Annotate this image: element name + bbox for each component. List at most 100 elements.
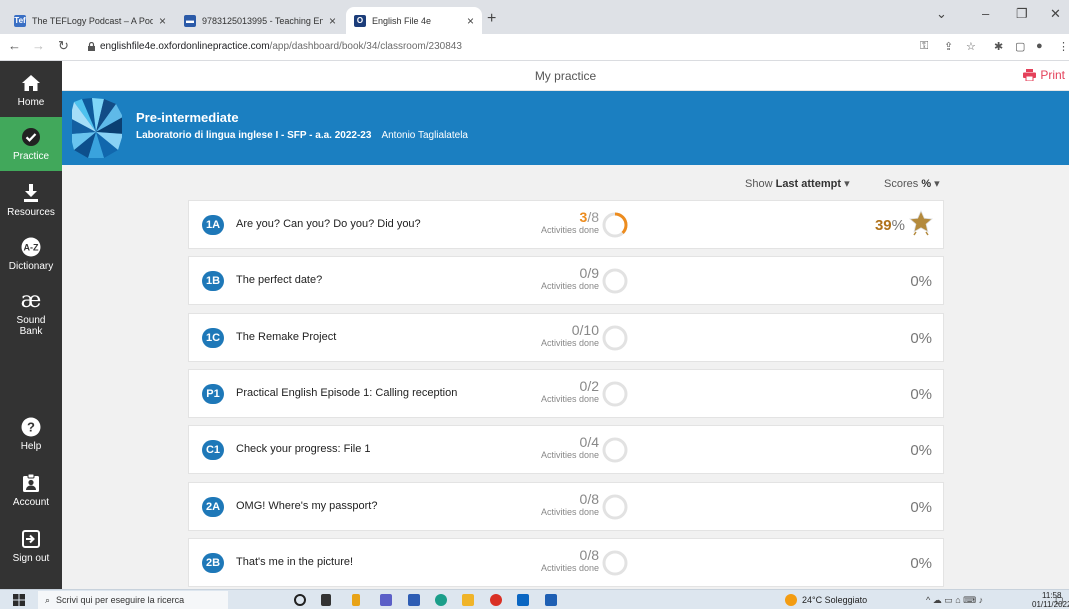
close-window-icon[interactable]: ✕ bbox=[1050, 6, 1061, 22]
progress-ring-track bbox=[602, 325, 628, 351]
key-icon[interactable]: ⚿ bbox=[920, 40, 928, 53]
unit-row-1a[interactable]: 1A Are you? Can you? Do you? Did you? 3/… bbox=[188, 200, 944, 249]
unit-score: 0% bbox=[910, 442, 932, 459]
browser-tab-teflogy[interactable]: Tef The TEFLogy Podcast – A Podc × bbox=[6, 7, 174, 34]
minimize-icon[interactable]: – bbox=[982, 6, 989, 21]
star-award-icon bbox=[909, 210, 933, 236]
reload-icon[interactable]: ↻ bbox=[58, 38, 69, 54]
unit-badge: 2A bbox=[202, 497, 224, 517]
unit-badge: 1C bbox=[202, 328, 224, 348]
cortana-icon[interactable] bbox=[294, 594, 306, 606]
sidebar-item-dictionary[interactable]: A-Z Dictionary bbox=[0, 227, 62, 281]
windows-start-icon[interactable] bbox=[13, 594, 25, 606]
sidebar-item-sign-out[interactable]: Sign out bbox=[0, 519, 62, 573]
tab-search-chevron-icon[interactable]: ⌄ bbox=[936, 6, 947, 22]
progress-ring bbox=[602, 212, 628, 238]
activities-count: 0/2 Activities done bbox=[540, 378, 599, 404]
activities-count: 0/4 Activities done bbox=[540, 434, 599, 460]
page-header: My practice Print bbox=[62, 61, 1069, 91]
svg-text:?: ? bbox=[27, 420, 35, 435]
close-tab-icon[interactable]: × bbox=[159, 14, 166, 28]
unit-row-2b[interactable]: 2B That's me in the picture! 0/8 Activit… bbox=[188, 538, 944, 587]
sidebar-item-resources[interactable]: Resources bbox=[0, 173, 62, 227]
close-tab-icon[interactable]: × bbox=[329, 14, 336, 28]
progress-ring-track bbox=[602, 381, 628, 407]
sidebar-item-sound-bank[interactable]: æ Sound Bank bbox=[0, 283, 62, 343]
scores-format-dropdown[interactable]: Scores % ▾ bbox=[884, 177, 940, 190]
unit-title: That's me in the picture! bbox=[236, 556, 354, 568]
ae-icon: æ bbox=[20, 288, 42, 313]
file-explorer-icon[interactable] bbox=[352, 594, 360, 606]
zoom-icon[interactable] bbox=[408, 594, 420, 606]
unit-row-c1[interactable]: C1 Check your progress: File 1 0/4 Activ… bbox=[188, 425, 944, 474]
unit-row-p1[interactable]: P1 Practical English Episode 1: Calling … bbox=[188, 369, 944, 418]
bookmark-star-icon[interactable]: ☆ bbox=[966, 40, 976, 53]
print-button[interactable]: Print bbox=[1023, 68, 1065, 82]
notification-icon[interactable]: ▢ bbox=[1055, 595, 1064, 606]
unit-badge: 2B bbox=[202, 553, 224, 573]
progress-ring-track bbox=[602, 437, 628, 463]
sign-out-icon bbox=[22, 528, 40, 550]
task-view-icon[interactable] bbox=[321, 594, 331, 606]
word-icon[interactable] bbox=[545, 594, 557, 606]
unit-title: Check your progress: File 1 bbox=[236, 443, 371, 455]
teams-icon[interactable] bbox=[380, 594, 392, 606]
sidebar-item-help[interactable]: ? Help bbox=[0, 407, 62, 461]
sidebar-item-home[interactable]: Home bbox=[0, 63, 62, 117]
taskbar-search-input[interactable]: ⌕ Scrivi qui per eseguire la ricerca bbox=[38, 591, 228, 609]
unit-score: 0% bbox=[910, 386, 932, 403]
profile-avatar-icon[interactable]: ● bbox=[1036, 40, 1043, 52]
forward-icon[interactable]: → bbox=[32, 38, 45, 53]
back-icon[interactable]: ← bbox=[8, 38, 21, 53]
progress-ring bbox=[602, 494, 628, 520]
progress-ring bbox=[602, 550, 628, 576]
sidebar-item-practice[interactable]: Practice bbox=[0, 117, 62, 171]
new-tab-button[interactable]: + bbox=[487, 10, 496, 28]
browser-tab-strip: Tef The TEFLogy Podcast – A Podc × ▬ 978… bbox=[0, 0, 1069, 34]
url-field[interactable]: englishfile4e.oxfordonlinepractice.com/a… bbox=[100, 41, 462, 52]
unit-row-1b[interactable]: 1B The perfect date? 0/9 Activities done… bbox=[188, 256, 944, 305]
folder-icon[interactable] bbox=[462, 594, 474, 606]
unit-title: The perfect date? bbox=[236, 274, 323, 286]
windows-taskbar: ⌕ Scrivi qui per eseguire la ricerca 24°C… bbox=[0, 589, 1069, 609]
unit-title: OMG! Where's my passport? bbox=[236, 500, 378, 512]
unit-row-2a[interactable]: 2A OMG! Where's my passport? 0/8 Activit… bbox=[188, 482, 944, 531]
edge-icon[interactable] bbox=[435, 594, 447, 606]
activities-count: 3/8 Activities done bbox=[540, 209, 599, 235]
close-tab-icon[interactable]: × bbox=[467, 14, 474, 28]
browser-tab-english-file[interactable]: O English File 4e × bbox=[346, 7, 482, 34]
svg-text:A-Z: A-Z bbox=[24, 243, 39, 253]
unit-score: 0% bbox=[910, 555, 932, 572]
menu-dots-icon[interactable]: ⋮ bbox=[1058, 40, 1069, 53]
unit-row-1c[interactable]: 1C The Remake Project 0/10 Activities do… bbox=[188, 313, 944, 362]
download-icon bbox=[23, 182, 39, 204]
sidebar-item-account[interactable]: Account bbox=[0, 463, 62, 517]
activities-count: 0/8 Activities done bbox=[540, 547, 599, 573]
printer-icon bbox=[1023, 69, 1037, 81]
extensions-icon[interactable]: ✱ bbox=[994, 40, 1003, 53]
chrome-icon[interactable] bbox=[490, 594, 502, 606]
progress-ring bbox=[602, 268, 628, 294]
progress-ring-track bbox=[602, 268, 628, 294]
progress-ring bbox=[602, 437, 628, 463]
activities-count: 0/10 Activities done bbox=[540, 322, 599, 348]
unit-badge: C1 bbox=[202, 440, 224, 460]
mail-icon[interactable] bbox=[517, 594, 529, 606]
restore-icon[interactable]: ❐ bbox=[1016, 6, 1028, 22]
page-title: My practice bbox=[534, 69, 597, 83]
sidepanel-icon[interactable]: ▢ bbox=[1015, 40, 1025, 53]
progress-ring-track bbox=[602, 494, 628, 520]
weather-sun-icon bbox=[785, 594, 797, 606]
show-filter-dropdown[interactable]: Show Last attempt ▾ bbox=[745, 177, 850, 190]
question-icon: ? bbox=[21, 416, 41, 438]
system-tray-icons[interactable]: ^ ☁ ▭ ⌂ ⌨ ♪ bbox=[926, 595, 983, 606]
progress-ring bbox=[602, 381, 628, 407]
account-icon bbox=[23, 472, 39, 494]
app-sidebar: Home Practice Resources A-Z Dictionary æ… bbox=[0, 61, 62, 589]
share-icon[interactable]: ⇪ bbox=[944, 40, 953, 53]
course-name: Laboratorio di lingua inglese I - SFP - … bbox=[136, 130, 372, 141]
weather-text[interactable]: 24°C Soleggiato bbox=[802, 595, 867, 605]
activities-count: 0/8 Activities done bbox=[540, 491, 599, 517]
lock-icon bbox=[88, 42, 95, 51]
browser-tab-teaching-english[interactable]: ▬ 9783125013995 - Teaching Engli × bbox=[176, 7, 344, 34]
